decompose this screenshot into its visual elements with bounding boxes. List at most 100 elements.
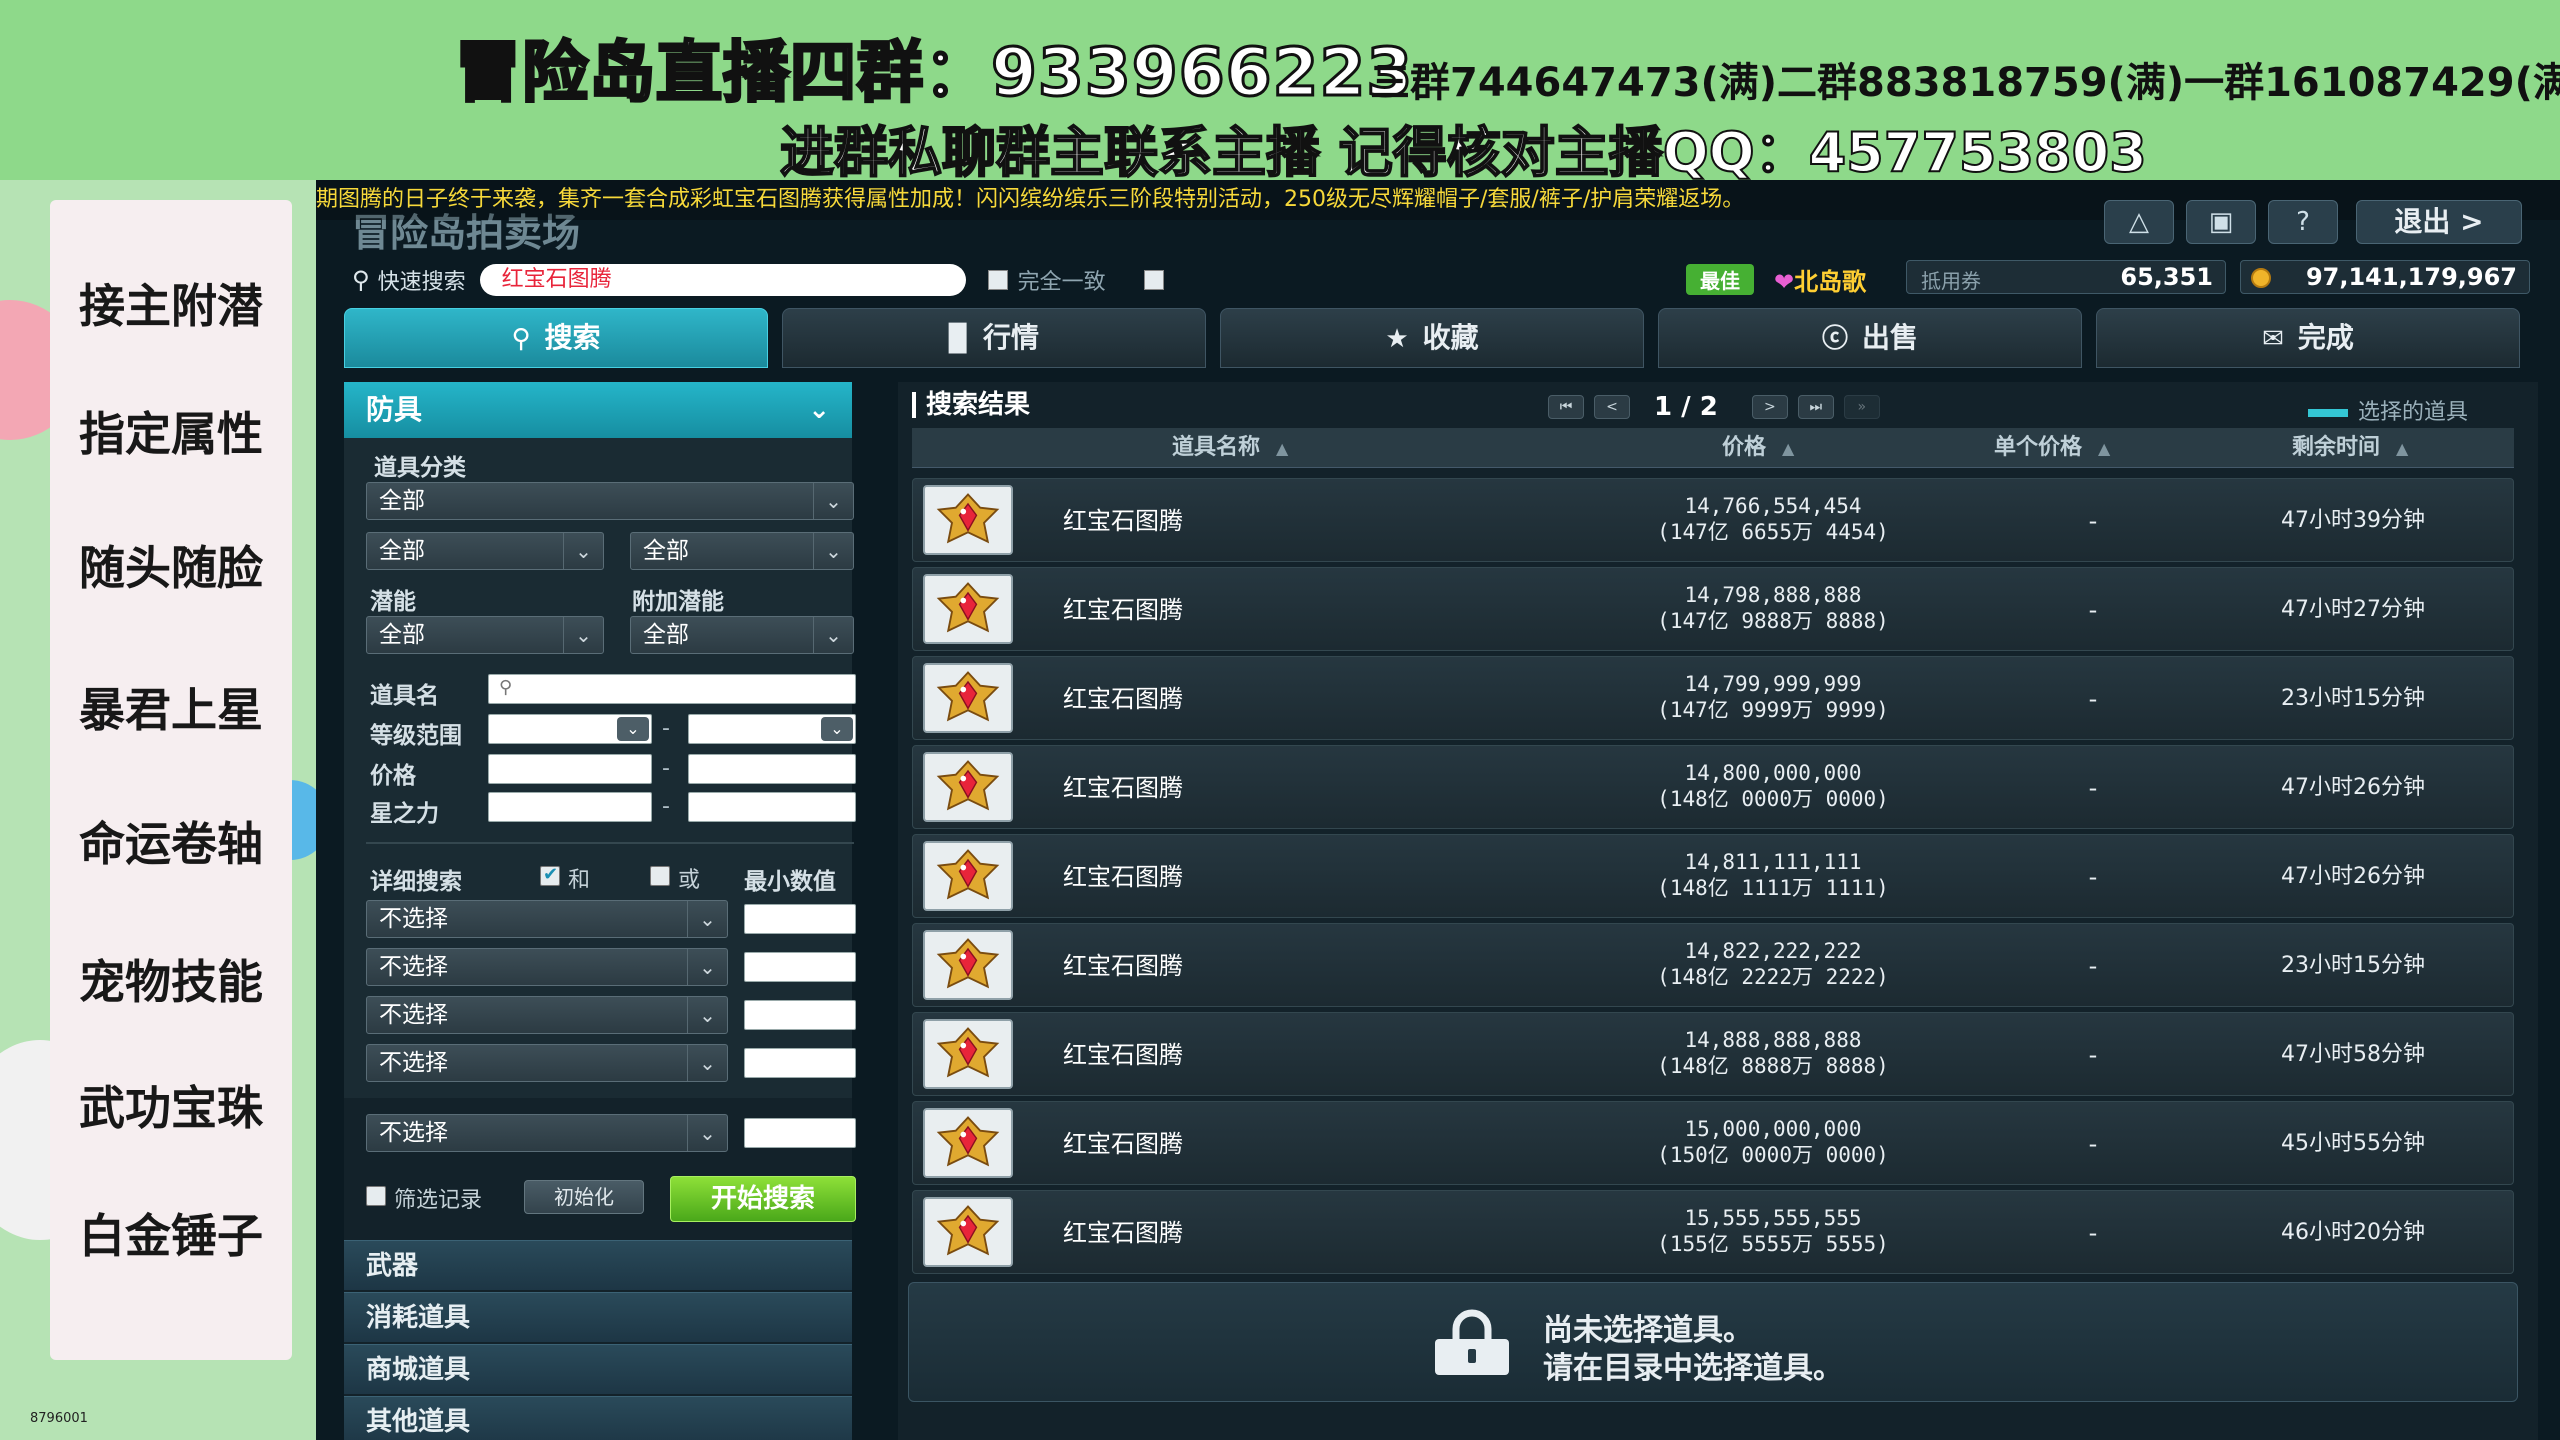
price-chinese: (148亿 8888万 8888)	[1657, 1054, 1889, 1078]
ruby-totem-icon	[925, 1199, 1011, 1265]
detail-option-select[interactable]: 不选择 ⌄	[366, 900, 728, 938]
price-number: 14,800,000,000	[1684, 761, 1862, 785]
item-thumbnail	[923, 752, 1013, 822]
price-number: 14,811,111,111	[1684, 850, 1862, 874]
table-row[interactable]: 红宝石图腾 14,799,999,999 (147亿 9999万 9999) - 23小…	[912, 656, 2514, 740]
exact-match-label: 完全一致	[1017, 270, 1106, 295]
page-current: 1	[1654, 392, 1673, 422]
select-value: 不选择	[379, 954, 448, 980]
category-cash-item[interactable]: 商城道具	[344, 1344, 852, 1394]
detail-min-input[interactable]	[744, 952, 856, 982]
detail-option-select[interactable]: 不选择 ⌄	[366, 1114, 728, 1152]
table-row[interactable]: 红宝石图腾 14,766,554,454 (147亿 6655万 4454) - 47小…	[912, 478, 2514, 562]
chevron-down-icon: ⌄	[687, 997, 727, 1033]
start-search-button[interactable]: 开始搜索	[670, 1176, 856, 1222]
detail-option-select[interactable]: 不选择 ⌄	[366, 1044, 728, 1082]
overlay-menu-panel: 接主附潜 指定属性 随头随脸 暴君上星 命运卷轴 宠物技能 武功宝珠 白金锤子	[50, 200, 292, 1360]
tab-complete[interactable]: ✉ 完成	[2096, 308, 2520, 368]
table-row[interactable]: 红宝石图腾 14,888,888,888 (148亿 8888万 8888) - 47小…	[912, 1012, 2514, 1096]
detail-min-input[interactable]	[744, 904, 856, 934]
table-row[interactable]: 红宝石图腾 14,822,222,222 (148亿 2222万 2222) - 23小…	[912, 923, 2514, 1007]
level-max-select[interactable]: ⌄	[688, 714, 856, 744]
server-name-text: 北岛歌	[1794, 268, 1867, 296]
category-weapon[interactable]: 武器	[344, 1240, 852, 1290]
item-thumbnail	[923, 485, 1013, 555]
column-header-time-left[interactable]: 剩余时间 ▲	[2292, 428, 2408, 469]
first-page-button[interactable]: ⏮	[1548, 395, 1584, 419]
item-price: 14,799,999,999 (147亿 9999万 9999)	[1533, 671, 2013, 723]
tab-market[interactable]: ▉ 行情	[782, 308, 1206, 368]
price-number: 14,822,222,222	[1684, 939, 1862, 963]
detail-option-select[interactable]: 不选择 ⌄	[366, 996, 728, 1034]
reset-button[interactable]: 初始化	[524, 1180, 644, 1214]
price-label: 价格	[370, 763, 416, 789]
last-page-button[interactable]: ⏭	[1797, 395, 1834, 419]
potential-select[interactable]: 全部 ⌄	[366, 616, 604, 654]
time-left: 23小时15分钟	[2281, 686, 2425, 711]
detail-min-input[interactable]	[744, 1000, 856, 1030]
unit-price: -	[2088, 685, 2098, 713]
exit-button[interactable]: 退出 >	[2356, 200, 2522, 244]
lock-icon	[1435, 1309, 1509, 1375]
unit-price: -	[2088, 596, 2098, 624]
category-header-armor[interactable]: 防具 ⌄	[344, 382, 852, 438]
select-value: 不选择	[379, 906, 448, 932]
item-detail-box: 尚未选择道具。 请在目录中选择道具。	[908, 1282, 2518, 1402]
table-row[interactable]: 红宝石图腾 14,811,111,111 (148亿 1111万 1111) - 47小…	[912, 834, 2514, 918]
star-min-input[interactable]	[488, 792, 652, 822]
banner-groups: 三群744647473(满)二群883818759(满)一群161087429(…	[1370, 60, 2560, 106]
detail-option-select[interactable]: 不选择 ⌄	[366, 948, 728, 986]
filter-record-checkbox[interactable]	[366, 1186, 386, 1206]
page-separator: /	[1681, 392, 1691, 422]
skip-page-button[interactable]: »	[1843, 395, 1880, 419]
column-header-name[interactable]: 道具名称 ▲	[1172, 428, 1288, 469]
help-icon[interactable]: ?	[2268, 200, 2338, 244]
exact-match-checkbox[interactable]	[987, 270, 1008, 290]
user-icon[interactable]: △	[2104, 200, 2174, 244]
category-select[interactable]: 全部 ⌄	[366, 482, 854, 520]
quick-search-input[interactable]: 红宝石图腾	[479, 264, 966, 296]
table-row[interactable]: 红宝石图腾 14,798,888,888 (147亿 9888万 8888) - 47小…	[912, 567, 2514, 651]
subcategory-select-1[interactable]: 全部 ⌄	[366, 532, 604, 570]
table-row[interactable]: 红宝石图腾 15,000,000,000 (150亿 0000万 0000) - 45小…	[912, 1101, 2514, 1185]
sell-icon: ⓒ	[1821, 324, 1848, 354]
ruby-totem-icon	[925, 754, 1011, 820]
price-chinese: (148亿 2222万 2222)	[1657, 965, 1889, 989]
and-checkbox[interactable]	[540, 864, 560, 886]
column-label: 道具名称	[1172, 435, 1261, 460]
category-etc-item[interactable]: 其他道具	[344, 1396, 852, 1440]
storage-icon[interactable]: ▣	[2186, 200, 2256, 244]
min-value-label: 最小数值	[744, 869, 836, 895]
item-name-input[interactable]: ⚲	[488, 674, 856, 704]
prev-page-button[interactable]: <	[1594, 395, 1630, 419]
item-price: 14,798,888,888 (147亿 9888万 8888)	[1533, 582, 2013, 634]
table-row[interactable]: 红宝石图腾 14,800,000,000 (148亿 0000万 0000) - 47小…	[912, 745, 2514, 829]
time-left: 47小时26分钟	[2281, 775, 2425, 800]
detail-min-input[interactable]	[744, 1048, 856, 1078]
or-checkbox[interactable]	[650, 866, 670, 886]
detail-min-input[interactable]	[744, 1118, 856, 1148]
tab-search[interactable]: ⚲ 搜索	[344, 308, 768, 368]
column-header-unit-price[interactable]: 单个价格 ▲	[1994, 428, 2110, 469]
tab-favorites[interactable]: ★ 收藏	[1220, 308, 1644, 368]
chevron-down-icon: ⌄	[617, 717, 649, 741]
level-min-select[interactable]: ⌄	[488, 714, 652, 744]
price-max-input[interactable]	[688, 754, 856, 784]
tab-label: 行情	[982, 321, 1039, 354]
star-max-input[interactable]	[688, 792, 856, 822]
category-consumable[interactable]: 消耗道具	[344, 1292, 852, 1342]
bonus-potential-select[interactable]: 全部 ⌄	[630, 616, 854, 654]
subcategory-select-2[interactable]: 全部 ⌄	[630, 532, 854, 570]
search-icon: ⚲	[352, 266, 370, 294]
column-header-price[interactable]: 价格 ▲	[1722, 428, 1794, 469]
tab-sell[interactable]: ⓒ 出售	[1658, 308, 2082, 368]
time-left: 47小时39分钟	[2281, 508, 2425, 533]
star-icon: ★	[1385, 324, 1409, 354]
next-page-button[interactable]: >	[1751, 395, 1788, 419]
extra-checkbox[interactable]	[1143, 270, 1164, 290]
bonus-potential-label: 附加潜能	[632, 589, 724, 615]
table-row[interactable]: 红宝石图腾 15,555,555,555 (155亿 5555万 5555) - 46小…	[912, 1190, 2514, 1274]
column-label: 单个价格	[1994, 435, 2083, 460]
price-min-input[interactable]	[488, 754, 652, 784]
item-name: 红宝石图腾	[1063, 685, 1183, 713]
